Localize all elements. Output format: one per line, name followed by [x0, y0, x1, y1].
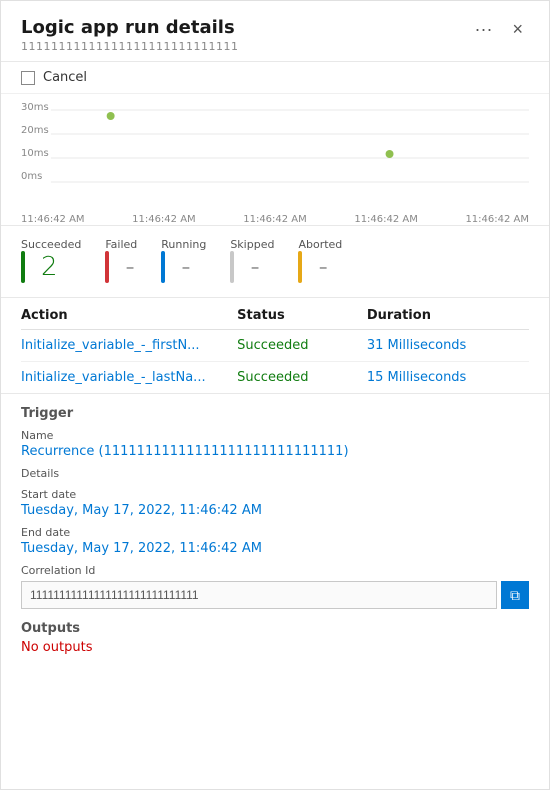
- cancel-label: Cancel: [43, 70, 87, 85]
- action-table: Action Status Duration Initialize_variab…: [1, 298, 549, 394]
- col-header-duration: Duration: [367, 308, 529, 323]
- chart-time-labels: 11:46:42 AM 11:46:42 AM 11:46:42 AM 11:4…: [21, 214, 529, 225]
- status-bar-row-aborted: -: [298, 251, 342, 283]
- time-label-2: 11:46:42 AM: [132, 214, 196, 225]
- col-header-status: Status: [237, 308, 367, 323]
- status-label-failed: Failed: [105, 238, 137, 251]
- trigger-name-label: Name: [21, 429, 529, 442]
- status-label-aborted: Aborted: [298, 238, 342, 251]
- status-section: Succeeded 2 Failed - Running - Skipped: [1, 226, 549, 298]
- row1-status: Succeeded: [237, 338, 367, 353]
- status-bar-row-succeeded: 2: [21, 251, 81, 283]
- correlation-id-input[interactable]: [21, 581, 497, 609]
- time-label-4: 11:46:42 AM: [354, 214, 418, 225]
- copy-icon: ⧉: [510, 587, 520, 604]
- ellipsis-button[interactable]: ···: [469, 17, 499, 42]
- trigger-name-value[interactable]: Recurrence (1111111111111111111111111111…: [21, 444, 529, 459]
- time-label-5: 11:46:42 AM: [465, 214, 529, 225]
- status-count-skipped: -: [250, 254, 259, 280]
- status-bar-row-running: -: [161, 251, 206, 283]
- header-actions: ··· ×: [469, 17, 530, 42]
- panel-subtitle: 11111111111111111111111111111: [21, 40, 238, 53]
- status-bar-aborted: [298, 251, 302, 283]
- trigger-details-section: Trigger Name Recurrence (111111111111111…: [1, 394, 549, 667]
- status-label-running: Running: [161, 238, 206, 251]
- close-button[interactable]: ×: [506, 17, 529, 42]
- status-count-succeeded: 2: [41, 254, 58, 280]
- time-label-1: 11:46:42 AM: [21, 214, 85, 225]
- chart-container: 0ms 10ms 20ms 30ms: [21, 102, 529, 212]
- table-row: Initialize_variable_-_firstN... Succeede…: [21, 330, 529, 362]
- correlation-row: ⧉: [21, 581, 529, 609]
- status-bar-failed: [105, 251, 109, 283]
- correlation-label: Correlation Id: [21, 564, 529, 577]
- status-item-skipped: Skipped -: [230, 238, 274, 285]
- status-bar-running: [161, 251, 165, 283]
- table-row: Initialize_variable_-_lastNa... Succeede…: [21, 362, 529, 393]
- end-date-label: End date: [21, 526, 529, 539]
- col-header-action: Action: [21, 308, 237, 323]
- header-left: Logic app run details 111111111111111111…: [21, 17, 238, 53]
- status-count-aborted: -: [318, 254, 327, 280]
- chart-section: 0ms 10ms 20ms 30ms 11:46:42 AM 11:46:42 …: [1, 94, 549, 226]
- start-date-value: Tuesday, May 17, 2022, 11:46:42 AM: [21, 503, 529, 518]
- no-outputs-label: No outputs: [21, 640, 529, 655]
- panel-header: Logic app run details 111111111111111111…: [1, 1, 549, 62]
- status-bar-row-skipped: -: [230, 251, 274, 283]
- status-count-running: -: [181, 254, 190, 280]
- end-date-value: Tuesday, May 17, 2022, 11:46:42 AM: [21, 541, 529, 556]
- status-label-succeeded: Succeeded: [21, 238, 81, 251]
- toolbar: Cancel: [1, 62, 549, 94]
- cancel-checkbox[interactable]: [21, 71, 35, 85]
- status-count-failed: -: [125, 254, 134, 280]
- copy-correlation-button[interactable]: ⧉: [501, 581, 529, 609]
- status-item-succeeded: Succeeded 2: [21, 238, 81, 285]
- row2-status: Succeeded: [237, 370, 367, 385]
- status-item-failed: Failed -: [105, 238, 137, 285]
- row1-duration: 31 Milliseconds: [367, 338, 529, 353]
- row2-action[interactable]: Initialize_variable_-_lastNa...: [21, 370, 237, 385]
- row1-action[interactable]: Initialize_variable_-_firstN...: [21, 338, 237, 353]
- status-bar-skipped: [230, 251, 234, 283]
- logic-app-run-details-panel: Logic app run details 111111111111111111…: [0, 0, 550, 790]
- chart-svg: [21, 102, 529, 192]
- row2-duration: 15 Milliseconds: [367, 370, 529, 385]
- status-item-running: Running -: [161, 238, 206, 285]
- status-bar-row-failed: -: [105, 251, 137, 283]
- status-item-aborted: Aborted -: [298, 238, 342, 285]
- status-bar-succeeded: [21, 251, 25, 283]
- table-header: Action Status Duration: [21, 298, 529, 330]
- details-label: Details: [21, 467, 529, 480]
- status-label-skipped: Skipped: [230, 238, 274, 251]
- outputs-label: Outputs: [21, 621, 529, 636]
- start-date-label: Start date: [21, 488, 529, 501]
- trigger-section-title: Trigger: [21, 406, 529, 421]
- time-label-3: 11:46:42 AM: [243, 214, 307, 225]
- panel-title: Logic app run details: [21, 17, 238, 38]
